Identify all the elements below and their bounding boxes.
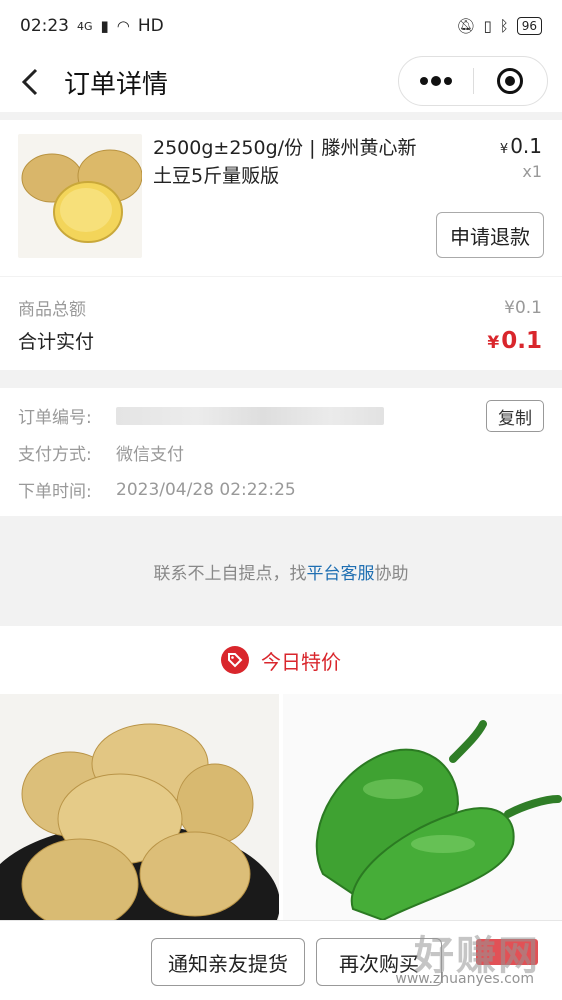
rebuy-button[interactable]: 再次购买 — [316, 938, 442, 986]
hd-indicator: HD — [137, 16, 164, 36]
nav-bar: 订单详情 — [0, 52, 562, 112]
paid-value: ¥0.1 — [487, 328, 542, 354]
pay-method-value: 微信支付 — [116, 445, 184, 465]
customer-service-link[interactable]: 平台客服 — [307, 559, 375, 584]
order-time-row: 下单时间: 2023/04/28 02:22:25 — [18, 477, 296, 503]
paid-amount: 0.1 — [501, 327, 542, 354]
battery-icon: 96 — [516, 17, 542, 35]
contact-suffix: 协助 — [374, 563, 409, 584]
order-number-redacted — [116, 406, 384, 425]
copy-button[interactable]: 复制 — [486, 400, 544, 432]
notify-friends-button[interactable]: 通知亲友提货 — [151, 938, 305, 986]
special-products-grid — [0, 694, 562, 920]
pay-method-row: 支付方式: 微信支付 — [18, 440, 184, 465]
price-value: 0.1 — [510, 134, 542, 158]
pay-method-label: 支付方式: — [18, 445, 92, 465]
product-name[interactable]: 2500g±250g/份 | 滕州黄心新土豆5斤量贩版 — [153, 134, 423, 190]
tag-icon — [221, 646, 249, 674]
network-type: 4G — [77, 19, 93, 33]
mini-program-capsule — [398, 56, 548, 106]
order-number-label: 订单编号: — [18, 408, 92, 428]
paid-label: 合计实付 — [18, 331, 95, 353]
status-bar: 02:23 4G ▮ ◠ HD 🔕︎ ▯ ᛒ 96 — [0, 0, 562, 52]
paid-currency: ¥ — [487, 332, 500, 353]
currency-symbol: ¥ — [499, 142, 509, 157]
signal-icon: ▮ — [100, 17, 109, 35]
potato-image — [0, 723, 279, 920]
price-summary: 商品总额 ¥0.1 合计实付 ¥0.1 — [0, 277, 562, 370]
more-button[interactable] — [399, 57, 473, 105]
paid-row: 合计实付 ¥0.1 — [18, 327, 542, 354]
more-icon — [419, 76, 452, 86]
product-tile-green-pepper[interactable] — [283, 694, 562, 920]
total-label: 商品总额 — [18, 300, 86, 320]
total-value: ¥0.1 — [504, 297, 542, 318]
order-info: 订单编号: 复制 支付方式: 微信支付 下单时间: 2023/04/28 02:… — [0, 388, 562, 516]
target-icon — [497, 68, 524, 94]
refund-button[interactable]: 申请退款 — [436, 212, 544, 258]
product-card: 2500g±250g/份 | 滕州黄心新土豆5斤量贩版 ¥0.1 x1 申请退款 — [0, 120, 562, 276]
product-tile-potato[interactable] — [0, 694, 279, 920]
order-time-label: 下单时间: — [18, 482, 92, 502]
special-offer-header: 今日特价 — [0, 626, 562, 694]
product-quantity: x1 — [522, 162, 542, 181]
close-mini-program-button[interactable] — [474, 57, 548, 105]
product-image[interactable] — [18, 134, 142, 258]
product-price: ¥0.1 — [500, 134, 542, 158]
contact-prefix: 联系不上自提点，找 — [153, 563, 307, 584]
bottom-action-bar: 通知亲友提货 再次购买 好赚网 www.zhuanyes.com — [0, 920, 562, 1000]
back-button[interactable] — [0, 52, 60, 112]
wifi-icon: ◠ — [116, 17, 130, 35]
contact-help: 联系不上自提点，找 平台客服 协助 — [0, 516, 562, 626]
green-pepper-image — [315, 720, 562, 920]
total-row: 商品总额 ¥0.1 — [18, 295, 542, 321]
mute-icon: 🔕︎ — [456, 17, 476, 35]
chevron-left-icon — [21, 68, 38, 96]
order-number-row: 订单编号: — [18, 403, 384, 428]
order-time-value: 2023/04/28 02:22:25 — [116, 479, 296, 500]
vibrate-icon: ▯ — [483, 17, 492, 35]
page-title: 订单详情 — [64, 69, 169, 100]
special-offer-title: 今日特价 — [261, 649, 341, 674]
bluetooth-icon: ᛒ — [499, 17, 509, 35]
watermark-red-block — [476, 939, 538, 965]
status-time: 02:23 — [20, 16, 69, 36]
